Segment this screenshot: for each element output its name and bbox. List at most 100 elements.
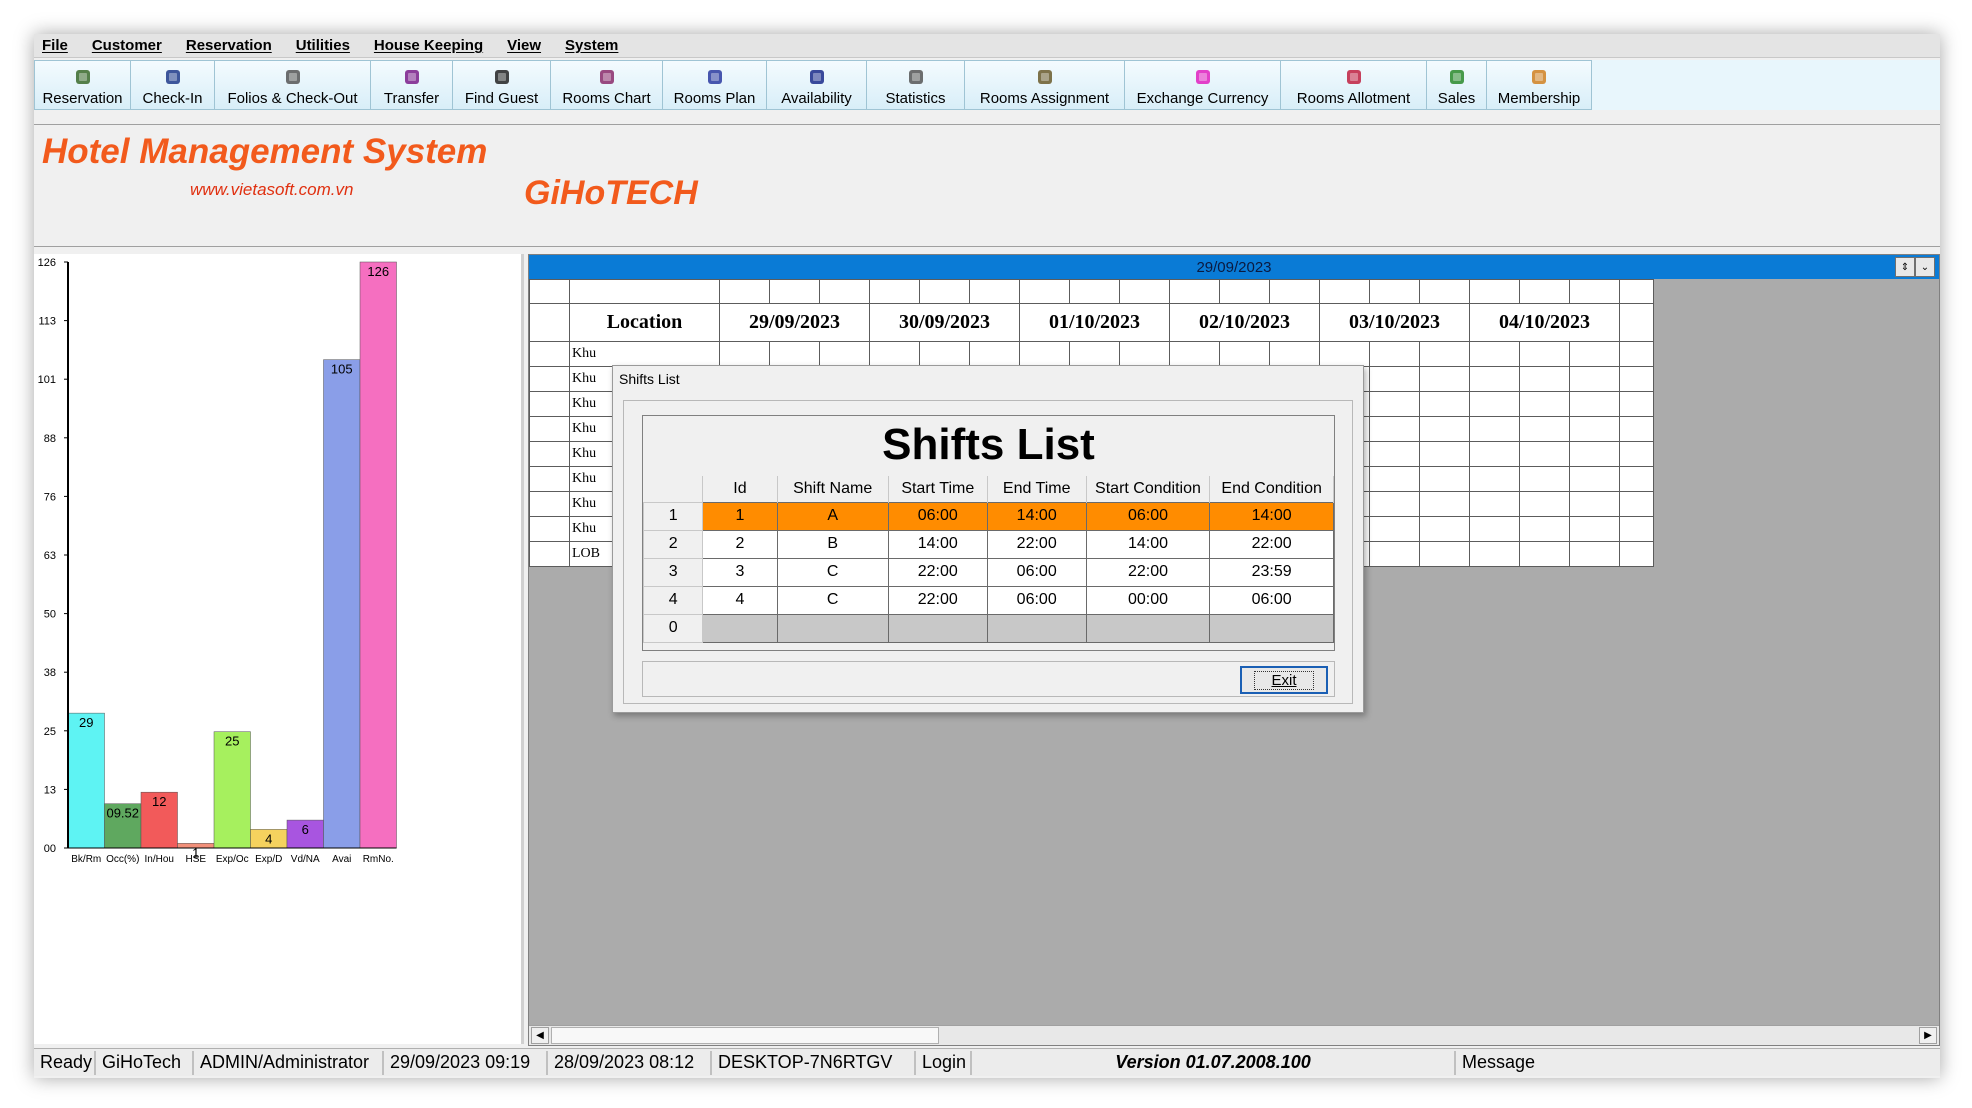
room-day-cell[interactable] [1619,466,1654,492]
shift-cell[interactable]: A [776,501,889,531]
shift-cell[interactable] [776,613,889,643]
room-day-cell[interactable] [1569,366,1620,392]
scroll-right-icon[interactable]: ▶ [1919,1027,1937,1044]
room-day-cell[interactable] [1369,441,1420,467]
room-day-cell[interactable] [1469,441,1520,467]
toolbar-button-statistics[interactable]: Statistics [867,61,965,109]
room-day-cell[interactable] [869,341,920,367]
toolbar-button-rooms-allotment[interactable]: Rooms Allotment [1281,61,1427,109]
room-day-cell[interactable] [1369,541,1420,567]
room-day-cell[interactable] [1569,466,1620,492]
shift-row[interactable]: 1 1 A 06:00 14:00 06:00 14:00 [642,501,1334,531]
shift-cell[interactable]: 22:00 [986,529,1087,559]
room-day-cell[interactable] [1169,341,1220,367]
room-day-cell[interactable] [1619,516,1654,542]
row-number-cell[interactable]: 3 [642,557,704,587]
room-day-cell[interactable] [1519,391,1570,417]
date-column-header[interactable]: 02/10/2023 [1169,303,1320,342]
room-day-cell[interactable] [1519,466,1570,492]
date-column-header[interactable]: 30/09/2023 [869,303,1020,342]
shift-row[interactable]: 2 2 B 14:00 22:00 14:00 22:00 [642,529,1334,559]
shift-cell[interactable] [887,613,988,643]
room-day-cell[interactable] [1519,541,1570,567]
row-number-cell[interactable]: 2 [642,529,704,559]
shift-cell[interactable] [1209,613,1334,643]
toolbar-button-transfer[interactable]: Transfer [371,61,453,109]
grid-row[interactable]: Khu [529,341,1654,367]
shift-cell[interactable]: 14:00 [887,529,988,559]
room-day-cell[interactable] [769,341,820,367]
menu-system[interactable]: System [553,37,630,54]
shift-cell[interactable]: C [776,557,889,587]
room-day-cell[interactable] [1319,341,1370,367]
room-day-cell[interactable] [1569,391,1620,417]
column-header-start-time[interactable]: Start Time [888,476,988,502]
shift-row[interactable]: 4 4 C 22:00 06:00 00:00 06:00 [642,585,1334,615]
room-day-cell[interactable] [1519,491,1570,517]
room-day-cell[interactable] [1419,341,1470,367]
room-day-cell[interactable] [1619,441,1654,467]
room-day-cell[interactable] [1619,341,1654,367]
room-day-cell[interactable] [1519,416,1570,442]
shift-cell[interactable]: 06:00 [986,585,1087,615]
shift-cell[interactable]: 00:00 [1085,585,1211,615]
date-column-header[interactable]: 29/09/2023 [719,303,870,342]
shift-row[interactable]: 0 [642,613,1334,643]
column-header-end-time[interactable]: End Time [987,476,1087,502]
room-day-cell[interactable] [1569,341,1620,367]
date-column-header[interactable]: 03/10/2023 [1319,303,1470,342]
date-selector[interactable]: 29/09/2023 [529,255,1939,279]
row-number-cell[interactable]: 4 [642,585,704,615]
toolbar-button-folios-check-out[interactable]: Folios & Check-Out [215,61,371,109]
room-day-cell[interactable] [1419,516,1470,542]
room-day-cell[interactable] [1419,491,1470,517]
shift-cell[interactable]: 14:00 [1209,501,1334,531]
toolbar-button-availability[interactable]: Availability [767,61,867,109]
shift-cell[interactable] [702,613,778,643]
shift-cell[interactable] [1085,613,1211,643]
room-day-cell[interactable] [1069,341,1120,367]
room-day-cell[interactable] [1469,416,1520,442]
shift-cell[interactable]: 14:00 [1085,529,1211,559]
room-day-cell[interactable] [1469,366,1520,392]
shift-cell[interactable]: 22:00 [887,557,988,587]
room-day-cell[interactable] [1469,466,1520,492]
room-day-cell[interactable] [1369,491,1420,517]
room-day-cell[interactable] [1619,416,1654,442]
toolbar-button-rooms-assignment[interactable]: Rooms Assignment [965,61,1125,109]
room-day-cell[interactable] [1369,341,1420,367]
toolbar-button-check-in[interactable]: Check-In [131,61,215,109]
room-day-cell[interactable] [969,341,1020,367]
row-number-cell[interactable]: 1 [642,501,704,531]
room-day-cell[interactable] [919,341,970,367]
menu-file[interactable]: File [34,37,80,54]
shift-cell[interactable]: 22:00 [1209,529,1334,559]
column-header-shift-name[interactable]: Shift Name [777,476,889,502]
exit-button[interactable]: Exit [1240,666,1328,694]
room-day-cell[interactable] [1419,466,1470,492]
shift-cell[interactable]: 22:00 [887,585,988,615]
menu-house-keeping[interactable]: House Keeping [362,37,495,54]
room-day-cell[interactable] [1469,541,1520,567]
date-column-header[interactable]: 04/10/2023 [1469,303,1620,342]
chevron-down-icon[interactable]: ⌄ [1915,257,1935,277]
column-header-id[interactable]: Id [702,476,778,502]
room-day-cell[interactable] [1369,391,1420,417]
room-day-cell[interactable] [1569,541,1620,567]
date-column-header[interactable]: 01/10/2023 [1019,303,1170,342]
room-day-cell[interactable] [1369,466,1420,492]
scroll-left-icon[interactable]: ◀ [531,1027,549,1044]
menu-utilities[interactable]: Utilities [284,37,362,54]
room-day-cell[interactable] [1569,441,1620,467]
room-day-cell[interactable] [1369,516,1420,542]
row-number-cell[interactable]: 0 [642,613,704,643]
room-day-cell[interactable] [1369,366,1420,392]
shift-cell[interactable]: C [776,585,889,615]
shift-cell[interactable] [986,613,1087,643]
room-day-cell[interactable] [1469,341,1520,367]
room-day-cell[interactable] [1519,341,1570,367]
room-day-cell[interactable] [1419,391,1470,417]
toolbar-button-find-guest[interactable]: Find Guest [453,61,551,109]
room-day-cell[interactable] [1419,541,1470,567]
shift-row[interactable]: 3 3 C 22:00 06:00 22:00 23:59 [642,557,1334,587]
